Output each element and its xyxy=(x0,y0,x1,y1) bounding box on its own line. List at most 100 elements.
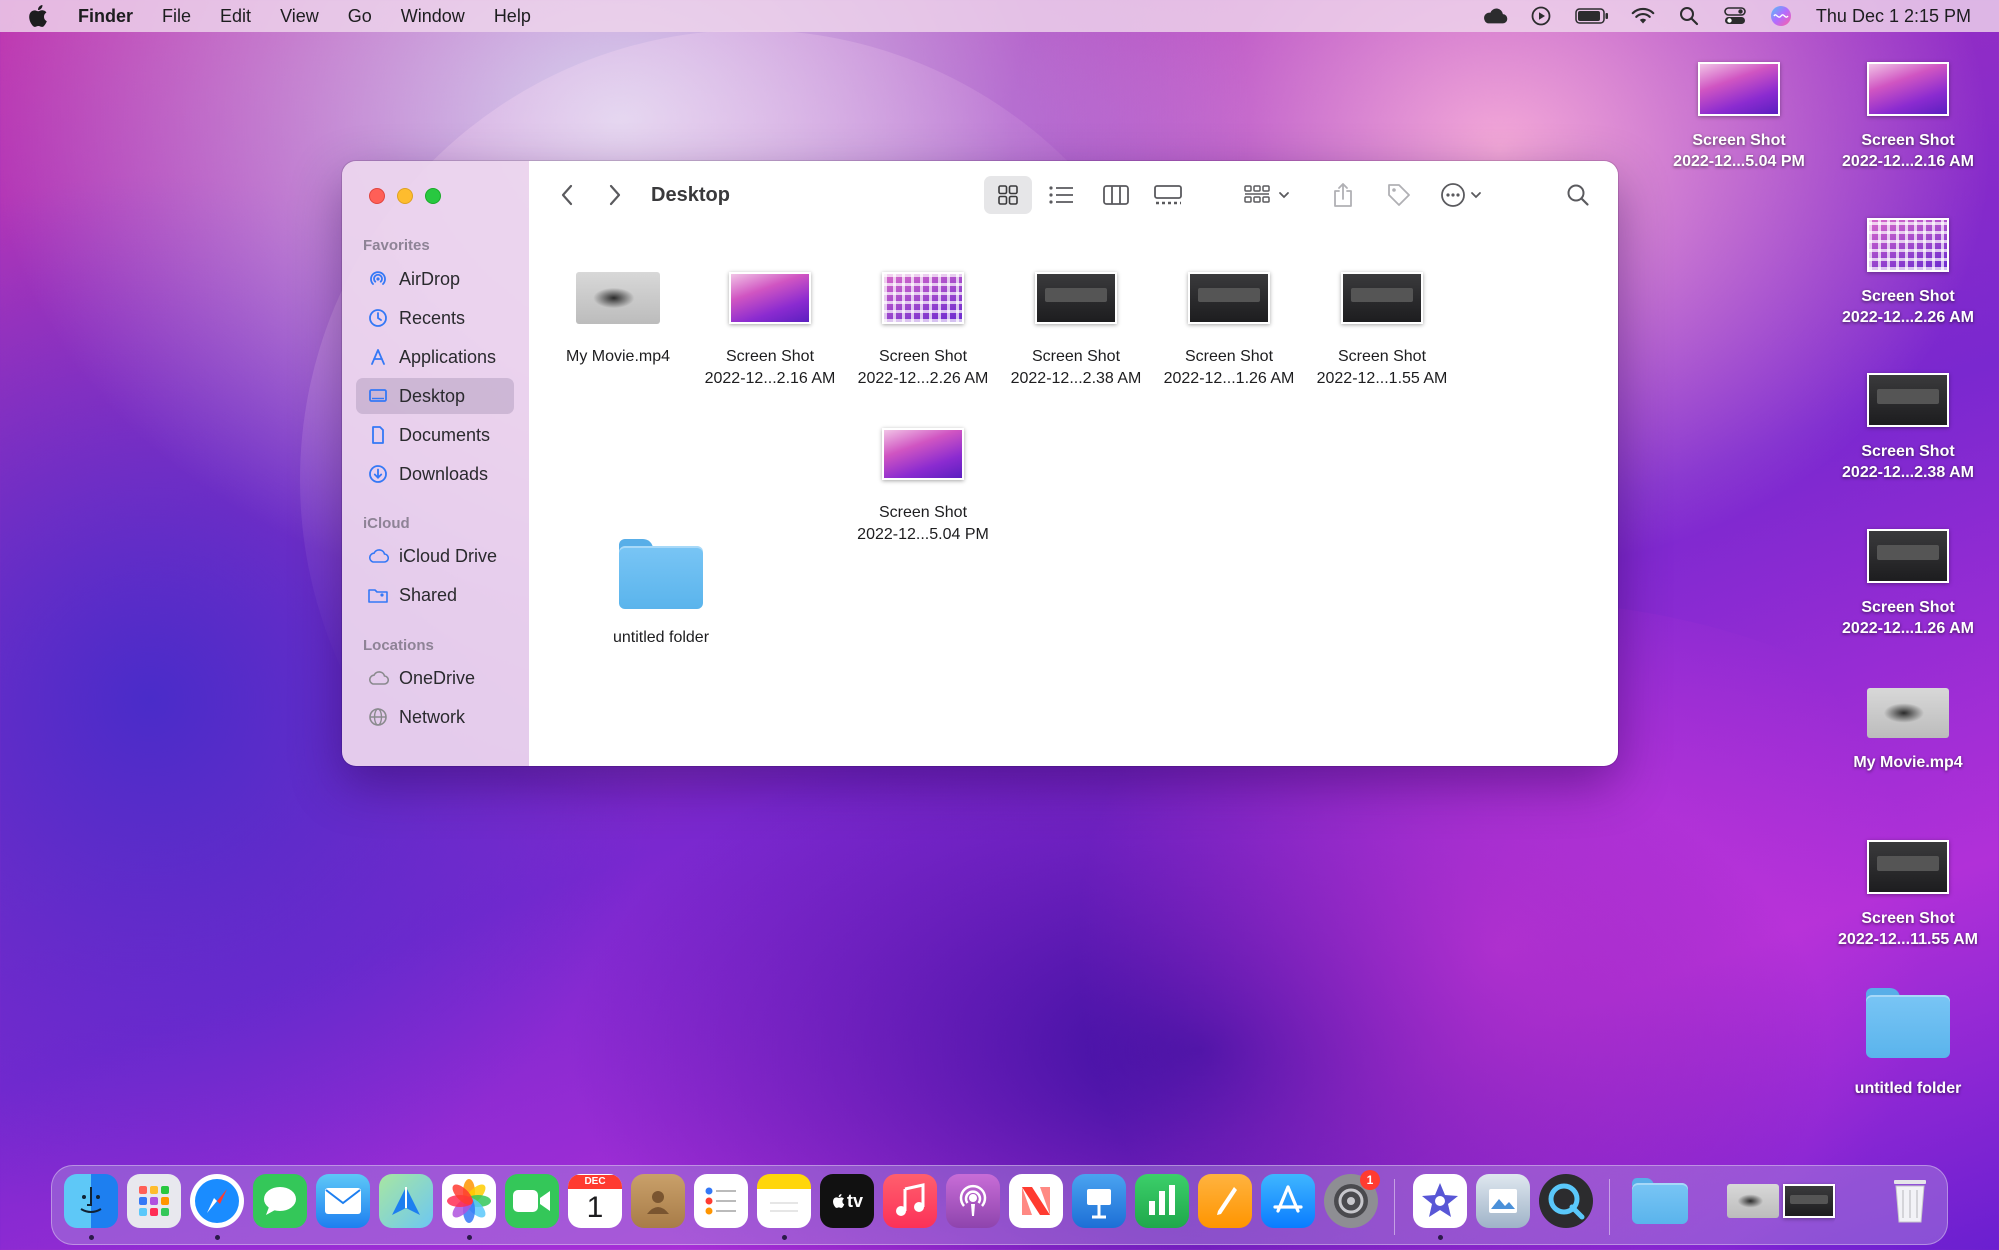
file-item[interactable]: Screen Shot 2022-12...2.26 AM xyxy=(847,266,999,390)
reminders-icon[interactable] xyxy=(694,1174,748,1228)
desktop-item[interactable]: Screen Shot 2022-12...2.26 AM xyxy=(1823,218,1993,328)
desktop-item[interactable]: Screen Shot 2022-12...5.04 PM xyxy=(1654,62,1824,172)
control-center-icon[interactable] xyxy=(1722,6,1748,26)
menu-help[interactable]: Help xyxy=(494,6,531,27)
play-icon[interactable] xyxy=(1528,6,1554,26)
shared-folder-icon xyxy=(367,584,389,606)
list-icon xyxy=(1049,186,1073,204)
messages-icon[interactable] xyxy=(253,1174,307,1228)
app-store-icon[interactable] xyxy=(1261,1174,1315,1228)
screenshot-thumbnail xyxy=(882,272,964,324)
sidebar-item-applications[interactable]: Applications xyxy=(356,339,514,375)
menu-app-name[interactable]: Finder xyxy=(78,6,133,27)
battery-icon[interactable] xyxy=(1574,6,1610,26)
calendar-icon[interactable]: DEC 1 xyxy=(568,1174,622,1228)
sidebar-item-shared[interactable]: Shared xyxy=(356,577,514,613)
recent-stack-icon[interactable] xyxy=(1726,1174,1836,1228)
sidebar-item-network[interactable]: Network xyxy=(356,699,514,735)
minimize-button[interactable] xyxy=(397,188,413,204)
file-item[interactable]: Screen Shot 2022-12...5.04 PM xyxy=(847,422,999,546)
preview-icon[interactable] xyxy=(1476,1174,1530,1228)
sidebar-item-documents[interactable]: Documents xyxy=(356,417,514,453)
sidebar-item-downloads[interactable]: Downloads xyxy=(356,456,514,492)
action-menu-button[interactable] xyxy=(1437,182,1485,208)
imovie-icon[interactable] xyxy=(1413,1174,1467,1228)
menu-window[interactable]: Window xyxy=(401,6,465,27)
close-button[interactable] xyxy=(369,188,385,204)
mail-icon[interactable] xyxy=(316,1174,370,1228)
menu-clock[interactable]: Thu Dec 1 2:15 PM xyxy=(1816,6,1971,27)
siri-icon[interactable] xyxy=(1768,6,1794,26)
numbers-icon[interactable] xyxy=(1135,1174,1189,1228)
running-indicator xyxy=(215,1235,220,1240)
share-button[interactable] xyxy=(1331,181,1355,209)
icon-view-button[interactable] xyxy=(994,183,1022,207)
group-by-button[interactable] xyxy=(1241,183,1293,207)
sidebar-item-recents[interactable]: Recents xyxy=(356,300,514,336)
photos-icon[interactable] xyxy=(442,1174,496,1228)
sidebar-item-label: Applications xyxy=(399,346,497,367)
screenshot-thumbnail xyxy=(1341,272,1423,324)
desktop-item[interactable]: Screen Shot 2022-12...2.16 AM xyxy=(1823,62,1993,172)
quicktime-icon[interactable] xyxy=(1539,1174,1593,1228)
apple-tv-icon[interactable]: tv xyxy=(820,1174,874,1228)
sidebar-item-onedrive[interactable]: OneDrive xyxy=(356,660,514,696)
running-indicator xyxy=(467,1235,472,1240)
downloads-stack-icon[interactable] xyxy=(1631,1174,1689,1228)
trash-icon[interactable] xyxy=(1883,1174,1937,1228)
folder-icon xyxy=(1866,988,1950,1058)
airdrop-icon xyxy=(367,268,389,290)
maps-icon[interactable] xyxy=(379,1174,433,1228)
screenshot-thumbnail xyxy=(1867,840,1949,894)
search-button[interactable] xyxy=(1565,182,1591,208)
icloud-icon[interactable] xyxy=(1482,6,1508,26)
keynote-icon[interactable] xyxy=(1072,1174,1126,1228)
file-item[interactable]: Screen Shot 2022-12...1.55 AM xyxy=(1306,266,1458,390)
file-item[interactable]: Screen Shot 2022-12...1.26 AM xyxy=(1153,266,1305,390)
sidebar-item-icloud-drive[interactable]: iCloud Drive xyxy=(356,538,514,574)
facetime-icon[interactable] xyxy=(505,1174,559,1228)
sidebar-item-label: Documents xyxy=(399,424,491,445)
tag-button[interactable] xyxy=(1385,182,1413,208)
sidebar-header-icloud: iCloud xyxy=(363,515,410,532)
notes-icon[interactable] xyxy=(757,1174,811,1228)
gallery-view-button[interactable] xyxy=(1152,183,1184,207)
pages-icon[interactable] xyxy=(1198,1174,1252,1228)
back-button[interactable] xyxy=(555,183,579,207)
screenshot-thumbnail xyxy=(882,428,964,480)
menu-edit[interactable]: Edit xyxy=(220,6,251,27)
launchpad-icon[interactable] xyxy=(127,1174,181,1228)
desktop-item[interactable]: untitled folder xyxy=(1823,988,1993,1099)
file-item[interactable]: Screen Shot 2022-12...2.16 AM xyxy=(694,266,846,390)
file-name-detail: 2022-12...2.26 AM xyxy=(857,370,989,387)
column-view-button[interactable] xyxy=(1101,183,1131,207)
file-item[interactable]: My Movie.mp4 xyxy=(542,266,694,368)
menu-file[interactable]: File xyxy=(162,6,191,27)
wifi-icon[interactable] xyxy=(1630,6,1656,26)
search-icon[interactable] xyxy=(1676,6,1702,26)
desktop-item[interactable]: Screen Shot 2022-12...11.55 AM xyxy=(1823,840,1993,950)
menu-view[interactable]: View xyxy=(280,6,319,27)
safari-icon[interactable] xyxy=(190,1174,244,1228)
sidebar-item-airdrop[interactable]: AirDrop xyxy=(356,261,514,297)
sidebar-item-label: Desktop xyxy=(399,385,466,406)
news-icon[interactable] xyxy=(1009,1174,1063,1228)
sidebar-item-desktop[interactable]: Desktop xyxy=(356,378,514,414)
contacts-icon[interactable] xyxy=(631,1174,685,1228)
music-icon[interactable] xyxy=(883,1174,937,1228)
zoom-button[interactable] xyxy=(425,188,441,204)
desktop-item[interactable]: Screen Shot 2022-12...2.38 AM xyxy=(1823,373,1993,483)
finder-icon[interactable] xyxy=(64,1174,118,1228)
calendar-day: 1 xyxy=(586,1191,604,1224)
desktop-item[interactable]: Screen Shot 2022-12...1.26 AM xyxy=(1823,529,1993,639)
list-view-button[interactable] xyxy=(1047,183,1075,207)
folder-item[interactable]: untitled folder xyxy=(585,539,737,649)
desktop-item-detail: 2022-12...11.55 AM xyxy=(1838,931,1978,948)
podcasts-icon[interactable] xyxy=(946,1174,1000,1228)
desktop-item[interactable]: My Movie.mp4 xyxy=(1823,688,1993,773)
apple-icon[interactable] xyxy=(26,4,48,28)
forward-button[interactable] xyxy=(603,183,627,207)
menu-go[interactable]: Go xyxy=(348,6,372,27)
file-item[interactable]: Screen Shot 2022-12...2.38 AM xyxy=(1000,266,1152,390)
screenshot-thumbnail xyxy=(1188,272,1270,324)
